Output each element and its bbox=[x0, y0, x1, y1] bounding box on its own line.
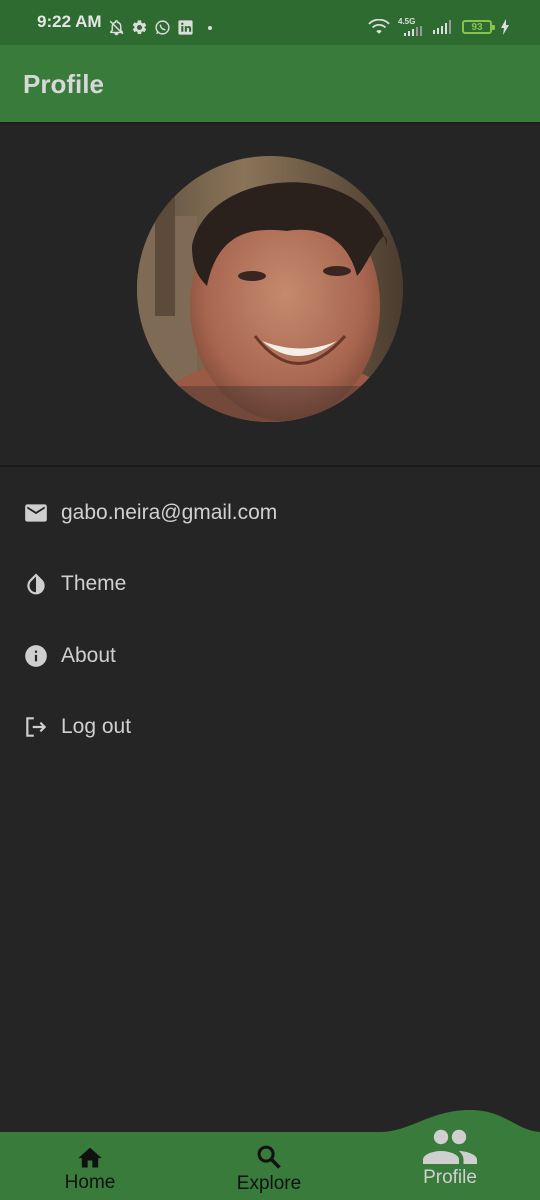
notification-icons bbox=[108, 19, 212, 36]
signal-icon-2 bbox=[433, 20, 451, 34]
linkedin-icon bbox=[178, 20, 193, 35]
app-bar: Profile bbox=[0, 45, 540, 122]
battery-level: 93 bbox=[471, 21, 483, 33]
mobile-network: 4.5G bbox=[398, 18, 424, 36]
email-row: gabo.neira@gmail.com bbox=[0, 483, 540, 543]
search-icon bbox=[257, 1145, 281, 1169]
section-divider bbox=[0, 465, 540, 467]
charging-icon bbox=[501, 19, 509, 35]
status-bar: 9:22 AM 4.5G 93 bbox=[0, 0, 540, 45]
logout-label: Log out bbox=[61, 715, 132, 738]
nav-profile[interactable]: Profile bbox=[380, 1127, 520, 1188]
info-icon bbox=[25, 645, 47, 667]
people-icon bbox=[423, 1129, 477, 1164]
profile-screen: 9:22 AM 4.5G 93 Profile gabo.neira@gmail… bbox=[0, 0, 540, 1200]
system-icons: 4.5G 93 bbox=[368, 18, 510, 36]
invert-colors-icon bbox=[27, 573, 45, 595]
network-type-label: 4.5G bbox=[398, 17, 416, 26]
app-bar-shadow bbox=[0, 122, 540, 125]
about-label: About bbox=[61, 644, 116, 667]
dot-icon bbox=[208, 25, 212, 30]
avatar-photo bbox=[137, 156, 403, 422]
profile-avatar bbox=[137, 156, 403, 422]
nav-profile-label: Profile bbox=[423, 1167, 477, 1188]
logout-icon bbox=[26, 717, 47, 737]
bell-off-icon bbox=[109, 20, 124, 36]
signal-icon-1 bbox=[404, 26, 422, 36]
nav-explore[interactable]: Explore bbox=[199, 1140, 339, 1200]
nav-home-label: Home bbox=[64, 1172, 116, 1193]
nav-explore-label: Explore bbox=[236, 1173, 302, 1194]
status-time: 9:22 AM bbox=[37, 12, 102, 31]
email-label: gabo.neira@gmail.com bbox=[61, 501, 278, 524]
battery-icon: 93 bbox=[462, 20, 495, 34]
page-title: Profile bbox=[23, 69, 104, 99]
theme-label: Theme bbox=[61, 572, 127, 595]
wifi-icon bbox=[368, 18, 390, 34]
home-icon bbox=[78, 1147, 102, 1168]
gear-icon bbox=[132, 20, 147, 35]
whatsapp-icon bbox=[155, 20, 170, 35]
menu-item-logout[interactable]: Log out bbox=[0, 697, 540, 757]
email-icon bbox=[25, 504, 47, 522]
menu-item-theme[interactable]: Theme bbox=[0, 554, 540, 614]
nav-home[interactable]: Home bbox=[20, 1140, 160, 1200]
menu-item-about[interactable]: About bbox=[0, 626, 540, 686]
